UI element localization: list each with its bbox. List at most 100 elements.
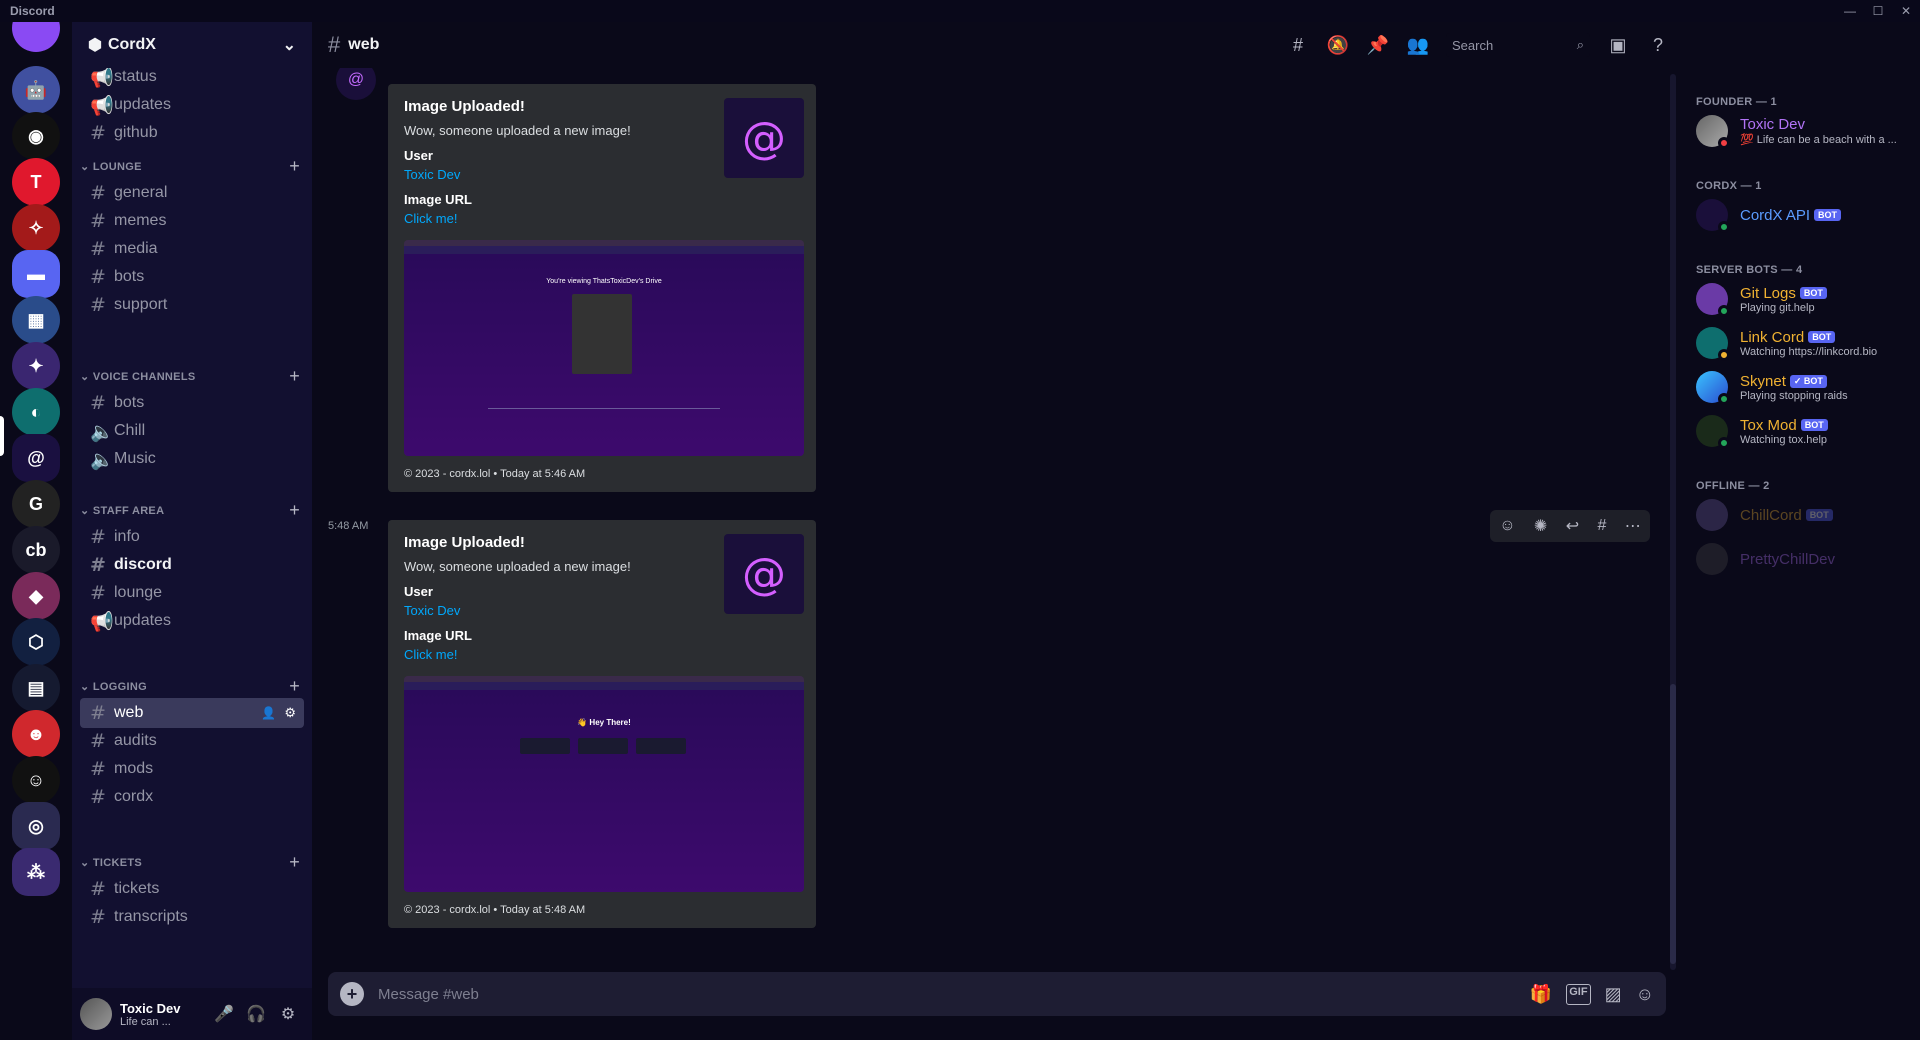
server-icon[interactable]: G — [12, 480, 60, 528]
invite-icon[interactable]: 👤 — [261, 706, 276, 720]
more-icon[interactable]: ⋯ — [1625, 516, 1641, 536]
server-icon[interactable]: cb — [12, 526, 60, 574]
category-voice[interactable]: ⌄ VOICE CHANNELS + — [76, 366, 308, 386]
member-item[interactable]: Tox Mod BOT Watching tox.help — [1688, 410, 1912, 452]
pin-icon[interactable]: 📌 — [1366, 33, 1390, 57]
server-icon[interactable]: T — [12, 158, 60, 206]
server-icon[interactable]: ☻ — [12, 710, 60, 758]
server-icon[interactable]: ◉ — [12, 112, 60, 160]
message-input[interactable] — [378, 985, 1530, 1003]
create-thread-icon[interactable]: # — [1597, 517, 1606, 535]
channel-general[interactable]: # general — [80, 178, 304, 208]
add-reaction-icon[interactable]: ☺ — [1499, 517, 1515, 535]
member-item[interactable]: Toxic Dev 💯 Life can be a beach with a ..… — [1688, 110, 1912, 152]
server-icon[interactable]: ▦ — [12, 296, 60, 344]
plus-icon[interactable]: + — [289, 852, 300, 873]
reply-icon[interactable]: ↩ — [1566, 516, 1579, 536]
server-icon[interactable]: ◆ — [12, 572, 60, 620]
channel-cordx[interactable]: # cordx — [80, 782, 304, 812]
server-icon[interactable]: ◐ — [12, 388, 60, 436]
mute-bell-icon[interactable]: 🔕 — [1326, 33, 1350, 57]
gear-icon[interactable]: ⚙ — [284, 705, 296, 721]
member-item[interactable]: CordX API BOT — [1688, 194, 1912, 236]
embed-url-link[interactable]: Click me! — [404, 211, 804, 226]
member-item[interactable]: Git Logs BOT Playing git.help — [1688, 278, 1912, 320]
search-input[interactable]: Search ⌕ — [1446, 33, 1590, 57]
server-icon[interactable]: ✧ — [12, 204, 60, 252]
mute-mic-icon[interactable]: 🎤 — [208, 998, 240, 1030]
channel-media[interactable]: # media — [80, 234, 304, 264]
add-attachment-button[interactable]: + — [340, 982, 364, 1006]
members-icon[interactable]: 👥 — [1406, 33, 1430, 57]
channel-voice-bots[interactable]: # bots — [80, 388, 304, 418]
server-icon[interactable]: ▤ — [12, 664, 60, 712]
folder-icon[interactable]: ⁂ — [12, 848, 60, 896]
channel-music[interactable]: 🔈 Music — [80, 444, 304, 474]
member-item[interactable]: PrettyChillDev — [1688, 538, 1912, 580]
channel-memes[interactable]: # memes — [80, 206, 304, 236]
embed-url-link[interactable]: Click me! — [404, 647, 804, 662]
hash-icon: # — [90, 266, 106, 288]
server-icon[interactable]: ☺ — [12, 756, 60, 804]
avatar — [1696, 415, 1730, 449]
server-icon-cordx[interactable]: @ — [12, 434, 60, 482]
threads-icon[interactable]: # — [1286, 33, 1310, 57]
help-icon[interactable]: ? — [1646, 33, 1670, 57]
super-reaction-icon[interactable]: ✺ — [1534, 516, 1547, 536]
hash-icon: # — [90, 786, 106, 808]
channel-status[interactable]: 📢 status — [80, 68, 304, 92]
member-item[interactable]: Skynet ✓ BOT Playing stopping raids — [1688, 366, 1912, 408]
minimize-icon[interactable]: — — [1836, 0, 1864, 22]
plus-icon[interactable]: + — [289, 156, 300, 177]
avatar[interactable] — [80, 998, 112, 1030]
channel-chill[interactable]: 🔈 Chill — [80, 416, 304, 446]
channel-bots[interactable]: # bots — [80, 262, 304, 292]
gif-icon[interactable]: GIF — [1566, 983, 1591, 1005]
channel-info[interactable]: # info — [80, 522, 304, 552]
sticker-icon[interactable]: ▨ — [1605, 984, 1622, 1005]
scrollbar[interactable] — [1670, 74, 1676, 970]
channel-tickets[interactable]: # tickets — [80, 874, 304, 904]
chevron-down-icon[interactable]: ⌄ — [283, 35, 296, 55]
channel-updates[interactable]: 📢 updates — [80, 90, 304, 120]
message-composer: + 🎁 GIF ▨ ☺ — [328, 972, 1666, 1016]
server-icon[interactable]: ⬡ — [12, 618, 60, 666]
channel-web[interactable]: # web 👤 ⚙ — [80, 698, 304, 728]
channel-github[interactable]: # github — [80, 118, 304, 148]
emoji-icon[interactable]: ☺ — [1636, 984, 1654, 1005]
gear-icon[interactable]: ⚙ — [272, 998, 304, 1030]
member-item[interactable]: Link Cord BOT Watching https://linkcord.bi… — [1688, 322, 1912, 364]
folder-icon[interactable]: ◎ — [12, 802, 60, 850]
title-bar: Discord — ☐ ✕ — [0, 0, 1920, 22]
channel-mods[interactable]: # mods — [80, 754, 304, 784]
folder-icon[interactable]: ▬ — [12, 250, 60, 298]
maximize-icon[interactable]: ☐ — [1864, 0, 1892, 22]
gift-icon[interactable]: 🎁 — [1530, 984, 1552, 1005]
server-header[interactable]: ⬢ CordX ⌄ — [72, 22, 312, 68]
channel-discord[interactable]: # discord — [80, 550, 304, 580]
inbox-icon[interactable]: ▣ — [1606, 33, 1630, 57]
category-staff[interactable]: ⌄ STAFF AREA + — [76, 500, 308, 520]
embed-image[interactable]: You're viewing ThatsToxicDev's Drive — [404, 240, 804, 456]
app-name: Discord — [10, 4, 55, 18]
server-icon[interactable]: ✦ — [12, 342, 60, 390]
channel-audits[interactable]: # audits — [80, 726, 304, 756]
embed-image[interactable]: 👋 Hey There! — [404, 676, 804, 892]
plus-icon[interactable]: + — [289, 500, 300, 521]
server-icon[interactable] — [12, 22, 60, 52]
plus-icon[interactable]: + — [289, 366, 300, 387]
member-item[interactable]: ChillCord BOT — [1688, 494, 1912, 536]
hash-icon: # — [90, 582, 106, 604]
channel-staff-updates[interactable]: 📢 updates — [80, 606, 304, 636]
close-icon[interactable]: ✕ — [1892, 0, 1920, 22]
server-icon[interactable]: 🤖 — [12, 66, 60, 114]
channel-lounge[interactable]: # lounge — [80, 578, 304, 608]
headphones-icon[interactable]: 🎧 — [240, 998, 272, 1030]
channel-transcripts[interactable]: # transcripts — [80, 902, 304, 932]
category-tickets[interactable]: ⌄ TICKETS + — [76, 852, 308, 872]
category-lounge[interactable]: ⌄ LOUNGE + — [76, 156, 308, 176]
avatar[interactable]: @ — [336, 68, 376, 100]
channel-support[interactable]: # support — [80, 290, 304, 320]
category-logging[interactable]: ⌄ LOGGING + — [76, 676, 308, 696]
plus-icon[interactable]: + — [289, 676, 300, 697]
